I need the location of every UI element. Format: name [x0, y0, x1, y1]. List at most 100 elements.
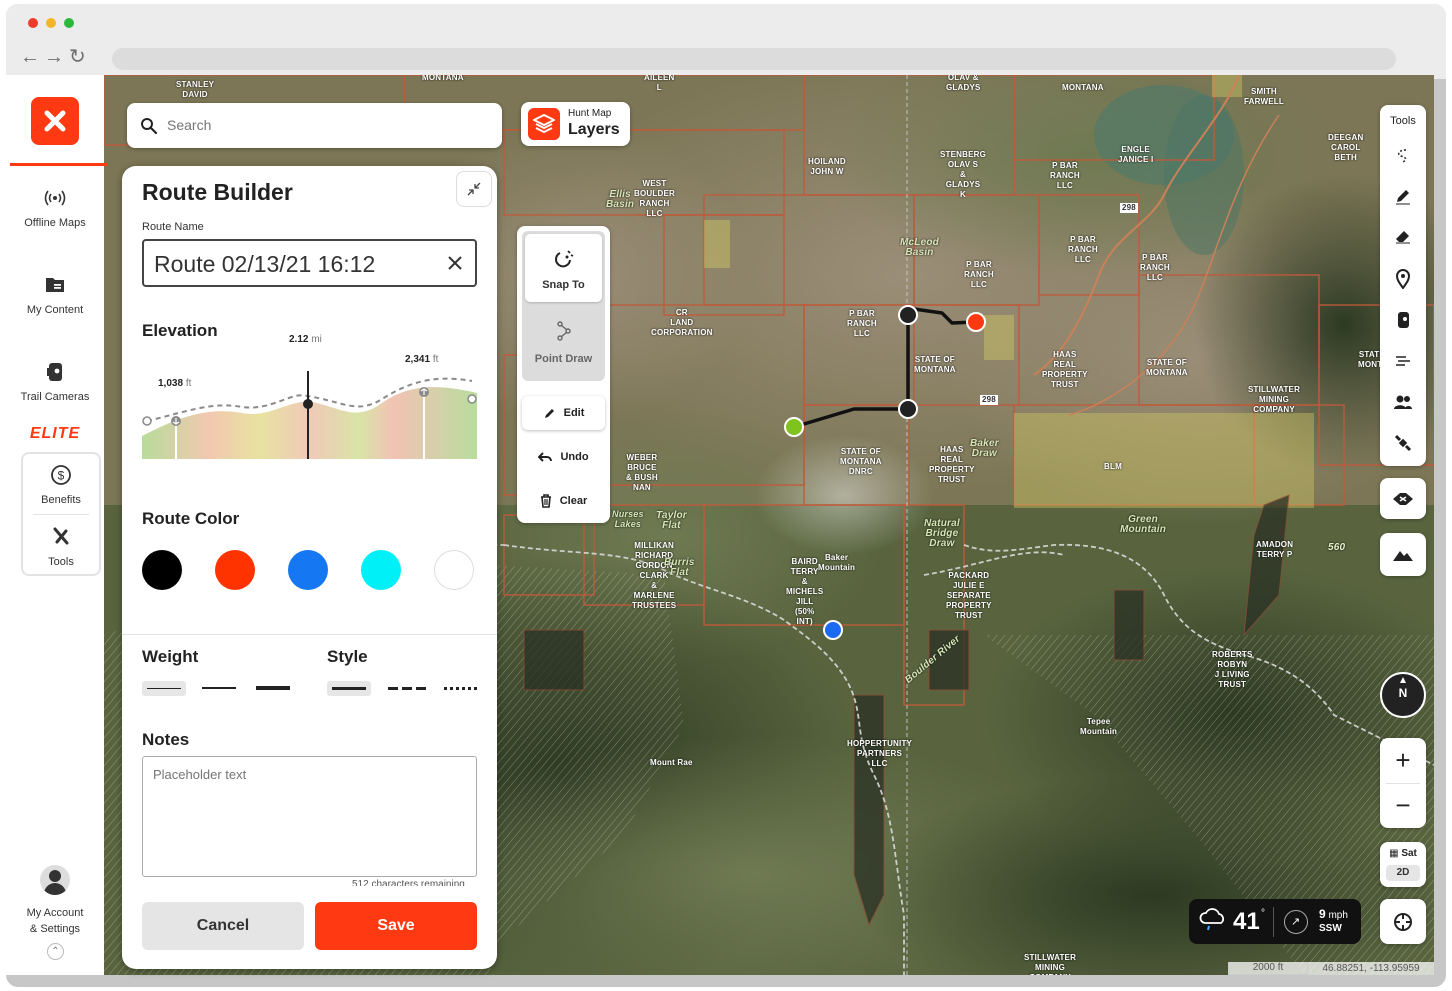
map-label: STATE OF MONTANA DNRC — [840, 447, 882, 476]
map-label: AILEEN L — [644, 75, 675, 92]
coordinates-readout: 46.88251, -113.95959 — [1308, 962, 1434, 975]
pen-tool[interactable] — [1380, 178, 1426, 214]
wind-direction-icon: ↗ — [1284, 910, 1308, 934]
map-mode-toggle[interactable]: ▦ Sat 2D — [1380, 842, 1426, 887]
zoom-in-button[interactable]: + — [1380, 738, 1426, 783]
people-tool[interactable] — [1380, 384, 1426, 420]
forward-arrow-icon[interactable]: → — [44, 47, 64, 67]
search-input[interactable] — [167, 114, 487, 136]
chevron-up-icon[interactable]: ⌃ — [47, 943, 64, 960]
cancel-button[interactable]: Cancel — [142, 902, 304, 950]
sidebar-item-my-content[interactable]: My Content — [6, 274, 104, 316]
map-label: STATE OF MONTANA — [1146, 358, 1188, 377]
crosshair-icon — [1394, 912, 1412, 931]
wind-tool[interactable] — [1380, 343, 1426, 379]
avatar — [40, 865, 70, 895]
tools-title: Tools — [1390, 115, 1416, 127]
map-label: DEEGAN CAROL BETH — [1328, 133, 1364, 162]
weight-option-thick[interactable] — [256, 686, 290, 690]
weather-widget[interactable]: 41 ° ↗ 9 mph SSW — [1189, 899, 1361, 944]
undo-button[interactable]: Undo — [522, 440, 605, 474]
color-swatch-white[interactable] — [434, 550, 474, 590]
sidebar-item-offline-maps[interactable]: Offline Maps — [6, 187, 104, 229]
snap-to-button[interactable]: Snap To — [525, 234, 602, 302]
map-label: STANLEY DAVID — [176, 80, 215, 99]
sidebar-item-account[interactable]: My Account & Settings — [6, 865, 104, 935]
map-label: HOPPERTUNITY PARTNERS LLC — [847, 739, 913, 768]
edit-button[interactable]: Edit — [522, 396, 605, 430]
back-arrow-icon[interactable]: ← — [20, 47, 40, 67]
zoom-out-button[interactable]: − — [1380, 783, 1426, 828]
map-label: Taylor Flat — [656, 510, 687, 531]
folder-icon — [46, 278, 64, 292]
reload-icon[interactable]: ↻ — [69, 47, 86, 67]
terrain-3d-button[interactable] — [1380, 533, 1426, 576]
style-option-solid[interactable] — [327, 681, 371, 696]
trail-camera-icon — [47, 363, 62, 381]
map-label: Baker Draw — [970, 438, 999, 459]
compass-button[interactable]: N — [1380, 672, 1426, 718]
elevation-title: Elevation — [142, 321, 218, 340]
map-label: McLeod Basin — [900, 237, 939, 258]
sidebar-item-tools[interactable]: Tools — [21, 526, 101, 568]
sidebar-item-trail-cameras[interactable]: Trail Cameras — [6, 361, 104, 403]
degree-symbol: ° — [1261, 908, 1265, 919]
maximize-window-dot[interactable] — [64, 18, 74, 28]
color-swatch-black[interactable] — [142, 550, 182, 590]
clear-button[interactable]: Clear — [522, 484, 605, 518]
route-name-field[interactable]: Route 02/13/21 16:12 — [142, 239, 477, 287]
style-option-dotted[interactable] — [444, 687, 480, 690]
style-option-dashed[interactable] — [388, 687, 426, 690]
divider — [33, 514, 89, 515]
recenter-button[interactable] — [1380, 899, 1426, 944]
snap-to-label: Snap To — [542, 279, 585, 291]
elite-badge: ELITE — [29, 425, 81, 442]
collapse-button[interactable] — [456, 171, 492, 207]
map-label: STILLWATER MINING COMPANY — [1248, 385, 1301, 414]
weight-option-medium[interactable] — [202, 687, 236, 689]
color-swatch-cyan[interactable] — [361, 550, 401, 590]
dollar-icon: $ — [51, 465, 71, 485]
sidebar-item-label: Trail Cameras — [20, 391, 90, 403]
divider — [122, 634, 497, 635]
map-label: STILLWATER MINING COMPANY — [1024, 953, 1077, 975]
map-label: Mount Rae — [650, 758, 693, 767]
eraser-tool[interactable] — [1380, 218, 1426, 254]
current-location-dot — [823, 620, 843, 640]
save-button[interactable]: Save — [315, 902, 477, 950]
point-draw-button[interactable]: Point Draw — [525, 310, 602, 378]
close-window-dot[interactable] — [28, 18, 38, 28]
route-color-title: Route Color — [142, 509, 240, 528]
map-label: P BAR RANCH LLC — [964, 260, 994, 289]
map-label: MONTANA — [1062, 83, 1104, 92]
waypoint-tool[interactable] — [1380, 261, 1426, 297]
satellite-tool[interactable] — [1380, 425, 1426, 461]
lasso-tool[interactable] — [1380, 138, 1426, 174]
minimize-window-dot[interactable] — [46, 18, 56, 28]
active-indicator — [10, 163, 108, 166]
color-swatch-blue[interactable] — [288, 550, 328, 590]
trail-camera-tool[interactable] — [1380, 302, 1426, 338]
close-app-button[interactable] — [31, 97, 79, 145]
map-label: WEST BOULDER RANCH LLC — [634, 179, 675, 218]
map-label: ROBERTS ROBYN J LIVING TRUST — [1212, 650, 1253, 689]
hunt-area-button[interactable] — [1380, 478, 1426, 519]
search-box[interactable] — [127, 103, 502, 148]
wind-icon — [1396, 356, 1410, 366]
satellite-icon — [1394, 434, 1412, 452]
layers-button[interactable]: Hunt Map Layers — [521, 102, 630, 146]
color-swatch-red[interactable] — [215, 550, 255, 590]
notes-field[interactable] — [142, 756, 477, 877]
address-bar[interactable] — [112, 48, 1396, 70]
layers-icon — [528, 108, 560, 140]
clear-text-icon[interactable] — [447, 255, 463, 271]
map-label: Natural Bridge Draw — [924, 518, 960, 549]
point-draw-icon — [556, 321, 571, 341]
map-label: 560 — [1328, 542, 1346, 553]
sidebar-item-benefits[interactable]: $ Benefits — [21, 464, 101, 506]
elevation-min-label: 1,038 ft — [158, 378, 192, 389]
weight-option-thin[interactable] — [142, 681, 186, 696]
map-label: Nurses Lakes — [612, 509, 644, 529]
elevation-profile[interactable]: 1,038 ft 2.12 mi 2,341 ft — [142, 334, 477, 461]
elite-group: $ Benefits Tools — [21, 452, 101, 576]
